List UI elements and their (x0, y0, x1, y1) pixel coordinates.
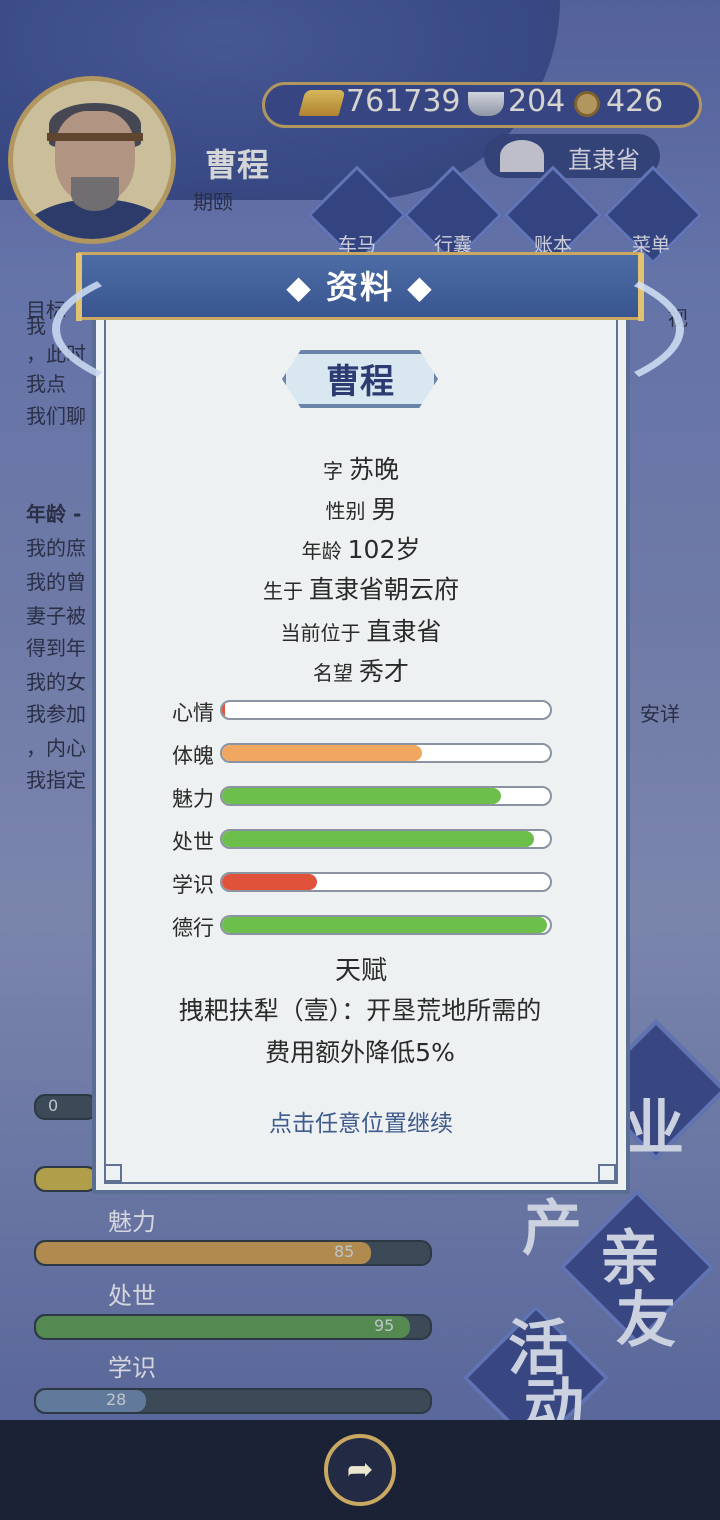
info-gender: 性别男 (104, 490, 618, 526)
attr-fill (222, 831, 534, 847)
info-key: 生于 (262, 579, 303, 603)
info-age: 年龄 102岁 (104, 530, 618, 566)
attr-label-charm: 魅力 (172, 787, 214, 811)
attr-label-mood: 心情 (172, 701, 214, 725)
info-value: 苏晚 (348, 455, 399, 484)
attr-fill (222, 788, 501, 804)
attr-fill (222, 917, 547, 933)
talent-heading: 天赋 (334, 956, 387, 986)
attr-fill (222, 874, 318, 890)
attr-bar-mood (220, 700, 552, 720)
talent-line: 拽耙扶犁（壹）：开垦荒地所需的 (178, 996, 542, 1025)
share-icon: ➦ (346, 1450, 374, 1488)
attr-label-virtue: 德行 (172, 916, 214, 940)
modal-title-text: 资料 (325, 268, 394, 306)
info-courtesy-name: 字苏晚 (104, 450, 618, 486)
info-value: 秀才 (358, 657, 409, 686)
corner-ornament (104, 1164, 122, 1182)
info-value: 102岁 (347, 535, 421, 564)
info-key: 年龄 (301, 539, 342, 563)
modal-title: ◆ 资料 ◆ (286, 268, 434, 306)
share-button[interactable]: ➦ (324, 1434, 396, 1506)
info-key: 字 (322, 459, 343, 483)
continue-hint[interactable]: 点击任意位置继续 (104, 1104, 618, 1138)
attr-bar-knowledge (220, 872, 552, 892)
info-birthplace: 生于 直隶省朝云府 (104, 570, 618, 606)
info-key: 当前位于 (280, 621, 361, 645)
attr-bar-physique (220, 743, 552, 763)
attr-fill (222, 702, 226, 718)
attr-fill (222, 745, 423, 761)
attr-label-worldly: 处世 (172, 830, 214, 854)
corner-ornament (598, 1164, 616, 1182)
info-key: 名望 (312, 661, 353, 685)
info-fame: 名望 秀才 (104, 652, 618, 688)
info-key: 性别 (325, 499, 366, 523)
attr-label-knowledge: 学识 (172, 873, 214, 897)
talent-description: 拽耙扶犁（壹）：开垦荒地所需的 费用额外降低5% (130, 990, 590, 1074)
attr-bar-virtue (220, 915, 552, 935)
attr-bar-worldly (220, 829, 552, 849)
attr-label-physique: 体魄 (172, 744, 214, 768)
info-current-location: 当前位于 直隶省 (104, 612, 618, 648)
attr-bar-charm (220, 786, 552, 806)
info-value: 直隶省朝云府 (308, 575, 459, 604)
profile-name: 曹程 (326, 362, 394, 402)
talent-line: 费用额外降低5% (265, 1038, 455, 1067)
info-value: 男 (371, 495, 397, 524)
info-value: 直隶省 (366, 617, 442, 646)
